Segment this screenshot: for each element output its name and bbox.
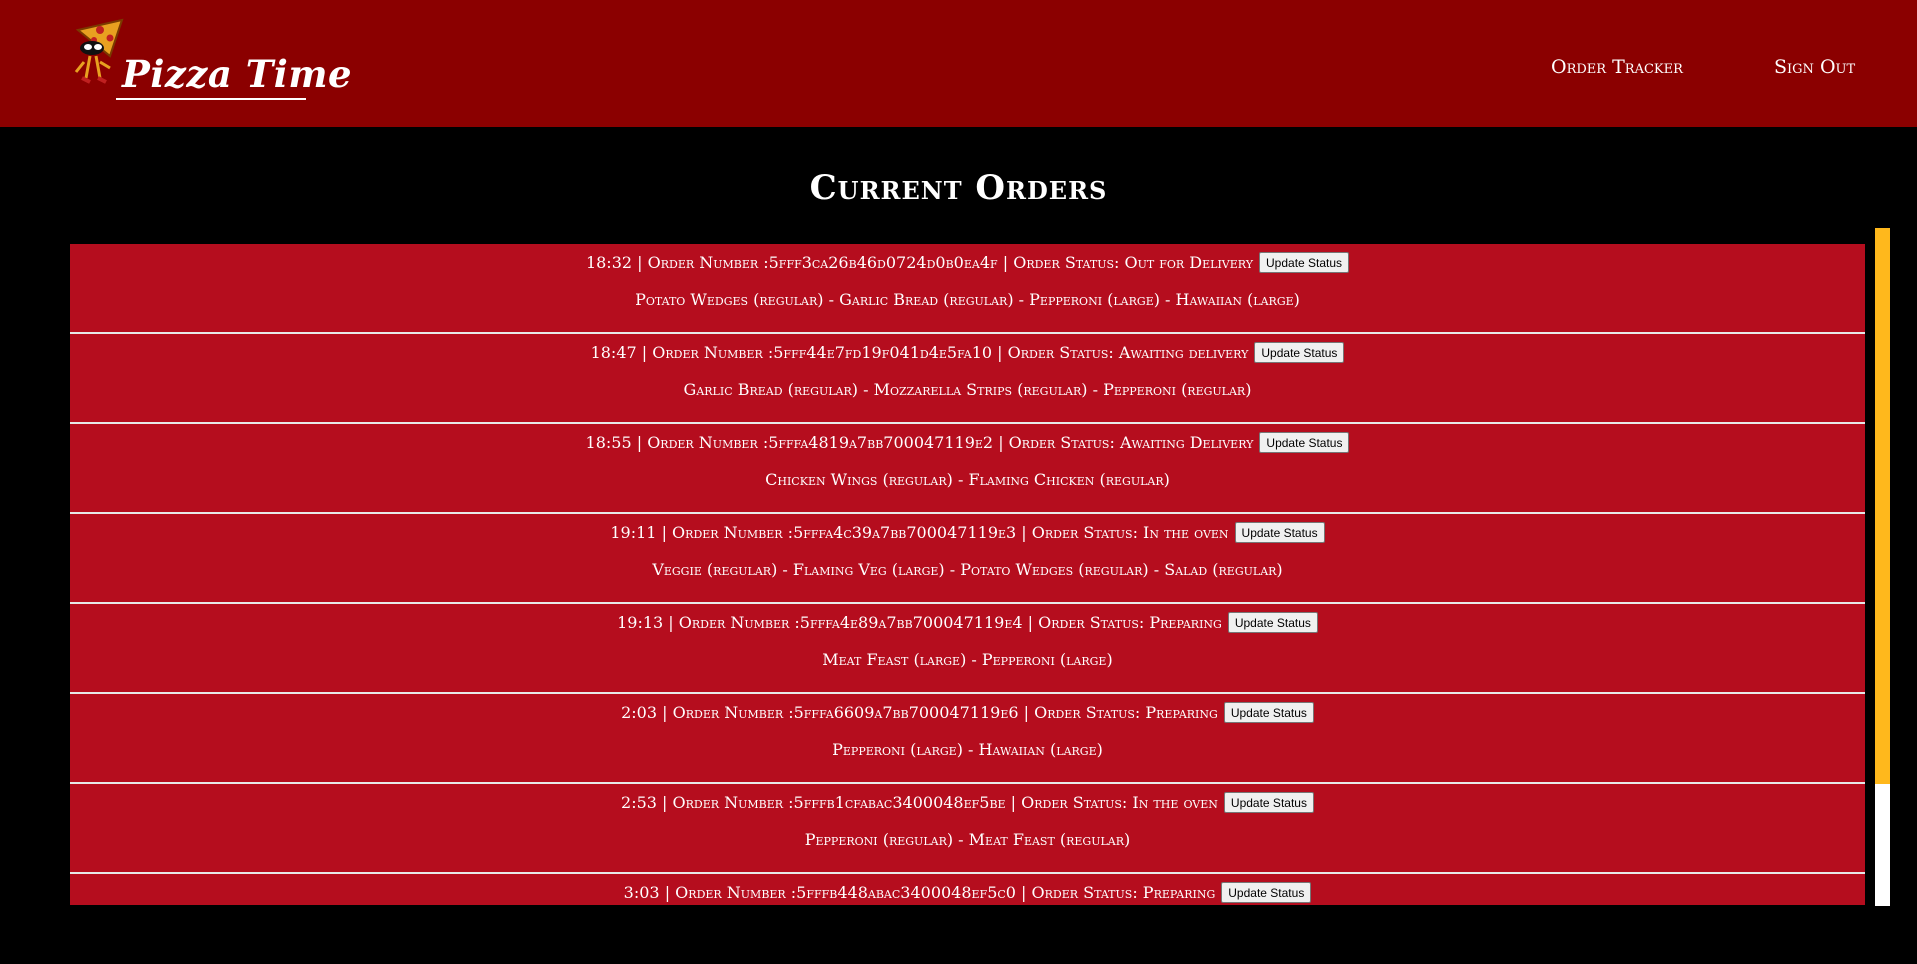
order-summary: 2:03 | Order Number :5fffa6609a7bb700047… (621, 703, 1218, 722)
order-summary: 18:55 | Order Number :5fffa4819a7bb70004… (585, 433, 1254, 452)
scrollbar-thumb[interactable] (1875, 228, 1890, 784)
order-summary: 2:53 | Order Number :5fffb1cfabac3400048… (621, 793, 1218, 812)
order-items: Pepperoni (large) - Hawaiian (large) (832, 740, 1103, 759)
order-summary: 18:47 | Order Number :5fff44e7fd19f041d4… (590, 343, 1249, 362)
update-status-button[interactable]: Update Status (1234, 522, 1325, 543)
order-row: 18:32 | Order Number :5fff3ca26b46d0724d… (70, 244, 1865, 334)
order-row: 18:55 | Order Number :5fffa4819a7bb70004… (70, 424, 1865, 514)
order-items: Chicken Wings (regular) - Flaming Chicke… (765, 470, 1170, 489)
order-row: 19:13 | Order Number :5fffa4e89a7bb70004… (70, 604, 1865, 694)
order-row: 18:47 | Order Number :5fff44e7fd19f041d4… (70, 334, 1865, 424)
pizza-time-logo[interactable]: Pizza Time (70, 16, 352, 104)
update-status-button[interactable]: Update Status (1254, 342, 1345, 363)
order-items: Veggie (regular) - Flaming Veg (large) -… (652, 560, 1283, 579)
order-summary: 3:03 | Order Number :5fffb448abac3400048… (623, 883, 1216, 902)
order-items: Pepperoni (regular) - Meat Feast (regula… (804, 830, 1131, 849)
nav-order-tracker[interactable]: Order Tracker (1551, 56, 1683, 78)
order-summary: 19:11 | Order Number :5fffa4c39a7bb70004… (610, 523, 1229, 542)
nav-sign-out[interactable]: Sign Out (1774, 56, 1855, 78)
update-status-button[interactable]: Update Status (1259, 252, 1350, 273)
order-row: 19:11 | Order Number :5fffa4c39a7bb70004… (70, 514, 1865, 604)
page-title: Current Orders (809, 168, 1108, 208)
orders-list: 18:32 | Order Number :5fff3ca26b46d0724d… (70, 244, 1865, 905)
update-status-button[interactable]: Update Status (1259, 432, 1350, 453)
update-status-button[interactable]: Update Status (1227, 612, 1318, 633)
order-summary: 19:13 | Order Number :5fffa4e89a7bb70004… (617, 613, 1222, 632)
order-items: Meat Feast (large) - Pepperoni (large) (822, 650, 1113, 669)
header: Pizza Time Order Tracker Sign Out (0, 0, 1917, 127)
logo-text: Pizza Time (122, 52, 353, 96)
order-summary: 18:32 | Order Number :5fff3ca26b46d0724d… (585, 253, 1253, 272)
update-status-button[interactable]: Update Status (1221, 882, 1312, 903)
order-items: Potato Wedges (regular) - Garlic Bread (… (635, 290, 1300, 309)
update-status-button[interactable]: Update Status (1223, 702, 1314, 723)
scrollbar[interactable] (1875, 228, 1890, 906)
logo-underline (116, 98, 306, 100)
order-row: 2:03 | Order Number :5fffa6609a7bb700047… (70, 694, 1865, 784)
update-status-button[interactable]: Update Status (1223, 792, 1314, 813)
order-row: 2:53 | Order Number :5fffb1cfabac3400048… (70, 784, 1865, 874)
order-items: Garlic Bread (regular) - Mozzarella Stri… (683, 380, 1252, 399)
order-row: 3:03 | Order Number :5fffb448abac3400048… (70, 874, 1865, 905)
